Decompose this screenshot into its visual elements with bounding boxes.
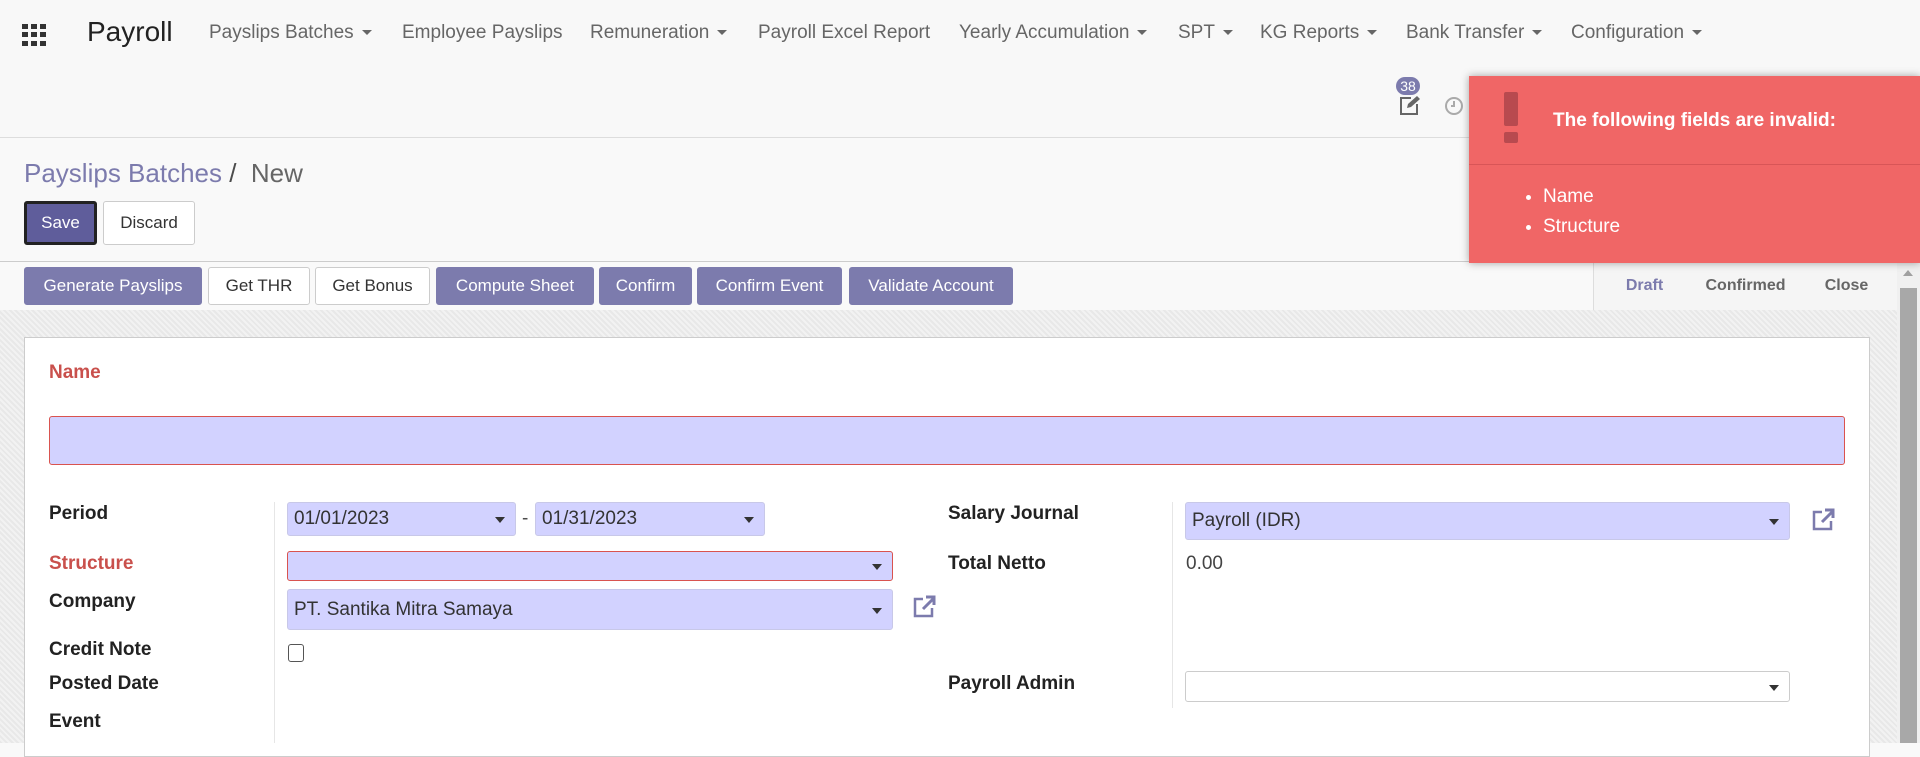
column-divider <box>1172 502 1173 708</box>
payroll-admin-select[interactable] <box>1185 671 1790 702</box>
name-input[interactable] <box>49 416 1845 465</box>
menu-bank-transfer[interactable]: Bank Transfer <box>1406 22 1543 44</box>
confirm-button[interactable]: Confirm <box>599 267 692 305</box>
confirm-event-button[interactable]: Confirm Event <box>697 267 842 305</box>
caret-down-icon <box>1692 30 1703 36</box>
period-to-input[interactable]: 01/31/2023 <box>535 502 765 536</box>
event-label: Event <box>49 711 101 732</box>
menu-label: Employee Payslips <box>402 22 563 43</box>
menu-spt[interactable]: SPT <box>1178 22 1233 44</box>
caret-down-icon <box>1222 30 1233 36</box>
menu-label: Yearly Accumulation <box>959 22 1130 43</box>
menu-configuration[interactable]: Configuration <box>1571 22 1703 44</box>
caret-down-icon <box>1769 519 1779 525</box>
status-draft[interactable]: Draft <box>1594 262 1695 310</box>
exclamation-icon <box>1504 92 1518 126</box>
credit-note-label: Credit Note <box>49 639 152 660</box>
toast-title: The following fields are invalid: <box>1553 110 1836 131</box>
credit-note-checkbox[interactable] <box>288 644 304 662</box>
menu-label: Remuneration <box>590 22 710 43</box>
caret-down-icon <box>1367 30 1378 36</box>
exclamation-dot <box>1504 132 1518 143</box>
scroll-up-icon[interactable] <box>1903 270 1913 276</box>
edit-activity-icon[interactable] <box>1397 94 1421 118</box>
payroll-admin-label: Payroll Admin <box>948 673 1076 694</box>
scrollbar[interactable] <box>1897 262 1920 743</box>
company-label: Company <box>49 591 136 612</box>
period-separator: - <box>522 508 529 529</box>
company-select[interactable]: PT. Santika Mitra Samaya <box>287 589 893 630</box>
status-close[interactable]: Close <box>1796 262 1897 310</box>
caret-down-icon <box>872 607 882 614</box>
compute-sheet-button[interactable]: Compute Sheet <box>436 267 594 305</box>
menu-payroll-excel-report[interactable]: Payroll Excel Report <box>758 22 930 44</box>
period-label: Period <box>49 503 109 524</box>
breadcrumb-current: New <box>250 158 303 188</box>
scrollbar-thumb[interactable] <box>1900 288 1917 743</box>
menu-kg-reports[interactable]: KG Reports <box>1260 22 1378 44</box>
caret-down-icon <box>717 30 728 36</box>
status-bar: Draft Confirmed Close <box>1593 262 1897 310</box>
discard-button[interactable]: Discard <box>103 201 195 245</box>
salary-journal-label: Salary Journal <box>948 503 1079 524</box>
menu-label: KG Reports <box>1260 22 1360 43</box>
menu-employee-payslips[interactable]: Employee Payslips <box>402 22 563 44</box>
app-title: Payroll <box>87 16 173 47</box>
menu-yearly-accumulation[interactable]: Yearly Accumulation <box>959 22 1148 44</box>
apps-grid-icon[interactable] <box>22 24 46 46</box>
company-value: PT. Santika Mitra Samaya <box>294 598 513 620</box>
posted-date-label: Posted Date <box>49 673 159 694</box>
activity-count-badge: 38 <box>1396 77 1420 95</box>
menu-label: SPT <box>1178 22 1215 43</box>
menu-label: Configuration <box>1571 22 1685 43</box>
caret-down-icon <box>1137 30 1148 36</box>
period-from-value: 01/01/2023 <box>294 508 390 529</box>
caret-down-icon <box>1769 684 1779 691</box>
salary-journal-value: Payroll (IDR) <box>1192 510 1301 531</box>
status-confirmed[interactable]: Confirmed <box>1695 262 1796 310</box>
name-label: Name <box>49 362 101 383</box>
get-bonus-button[interactable]: Get Bonus <box>315 267 430 305</box>
period-to-value: 01/31/2023 <box>542 508 638 529</box>
total-netto-label: Total Netto <box>948 553 1046 574</box>
period-from-input[interactable]: 01/01/2023 <box>287 502 516 536</box>
invalid-field-item: Name <box>1543 182 1620 212</box>
structure-label: Structure <box>49 553 134 574</box>
menu-label: Payslips Batches <box>209 22 354 43</box>
validate-account-button[interactable]: Validate Account <box>849 267 1013 305</box>
breadcrumb-parent[interactable]: Payslips Batches <box>24 158 222 188</box>
column-divider <box>274 502 275 743</box>
toast-divider <box>1469 164 1920 165</box>
structure-select[interactable] <box>287 551 893 581</box>
menu-remuneration[interactable]: Remuneration <box>590 22 728 44</box>
menu-label: Bank Transfer <box>1406 22 1525 43</box>
invalid-field-item: Structure <box>1543 212 1620 242</box>
external-link-icon[interactable] <box>1810 507 1836 533</box>
caret-down-icon <box>1532 30 1543 36</box>
external-link-icon[interactable] <box>911 594 937 620</box>
caret-down-icon <box>361 30 372 36</box>
caret-down-icon <box>744 517 754 523</box>
salary-journal-select[interactable]: Payroll (IDR) <box>1185 502 1790 540</box>
clock-icon[interactable] <box>1444 96 1464 116</box>
menu-payslips-batches[interactable]: Payslips Batches <box>209 22 372 44</box>
get-thr-button[interactable]: Get THR <box>208 267 310 305</box>
breadcrumb-separator: / <box>229 158 237 188</box>
invalid-fields-list: Name Structure <box>1543 182 1620 242</box>
generate-payslips-button[interactable]: Generate Payslips <box>24 267 202 305</box>
total-netto-value: 0.00 <box>1186 553 1223 574</box>
menu-label: Payroll Excel Report <box>758 22 931 43</box>
save-button[interactable]: Save <box>24 201 97 245</box>
caret-down-icon <box>872 564 882 570</box>
caret-down-icon <box>495 517 505 523</box>
invalid-fields-notification: The following fields are invalid: Name S… <box>1469 76 1920 263</box>
breadcrumb: Payslips Batches / New <box>24 158 303 189</box>
